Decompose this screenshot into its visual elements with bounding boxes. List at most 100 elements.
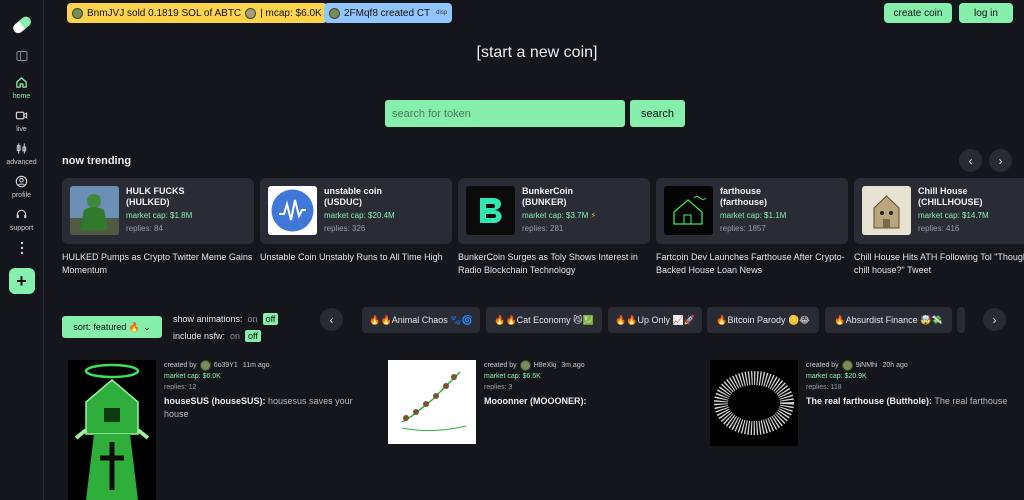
ticker-trade-item[interactable]: BnmJVJ sold 0.1819 SOL of ABTC | mcap: $…	[67, 3, 327, 23]
animations-on-toggle[interactable]: on	[248, 314, 258, 324]
sidebar-item-label: live	[16, 126, 27, 133]
chevron-down-icon: ⌄	[143, 321, 151, 332]
chevron-right-icon: ›	[992, 312, 997, 327]
sidebar-item-label: profile	[11, 192, 32, 199]
trending-replies: replies: 416	[918, 223, 960, 233]
avatar	[841, 360, 853, 372]
category-chip-partial[interactable]	[957, 307, 965, 333]
sidebar-item-advanced[interactable]: advanced	[6, 138, 37, 166]
coin-title: Mooonner (MOOONER):	[484, 395, 587, 406]
chevron-left-icon: ‹	[968, 153, 973, 168]
trending-next-button[interactable]: ›	[989, 149, 1012, 172]
trending-headline: Unstable Coin Unstably Runs to All Time …	[260, 252, 443, 262]
search-input[interactable]	[385, 100, 625, 127]
trending-name: Chill House	[918, 186, 968, 196]
start-new-coin-link[interactable]: [start a new coin]	[0, 44, 1024, 62]
headset-icon	[11, 204, 31, 224]
unstable-coin-thumbnail	[268, 186, 317, 235]
sidebar-item-label: support	[9, 225, 34, 232]
create-coin-plus-button[interactable]: +	[8, 268, 35, 294]
trending-card[interactable]: BunkerCoin (BUNKER) market cap: $3.7M ⚡ …	[458, 178, 650, 277]
coin-card[interactable]: created by 9iNMhi 20h ago market cap: $20.…	[710, 360, 1016, 446]
trending-ticker: (BUNKER)	[522, 197, 567, 208]
ticker-create-item[interactable]: 2FMqf8 created CT disp	[324, 3, 453, 23]
trending-market-cap: market cap: $20.4M	[324, 210, 395, 220]
avatar	[519, 360, 531, 372]
coin-card[interactable]: created by 6o39Y1 11m ago market cap: $6.0…	[68, 360, 374, 500]
trending-market-cap: market cap: $14.7M	[918, 210, 989, 220]
sidebar-item-label: advanced	[6, 159, 37, 166]
sidebar-item-live[interactable]: live	[12, 105, 32, 133]
search-button[interactable]: search	[630, 100, 685, 127]
show-animations-option: show animations: on off	[173, 313, 279, 325]
sort-label: sort: featured 🔥	[73, 321, 141, 332]
coin-avatar	[245, 7, 257, 19]
coin-card[interactable]: created by H8eXkj 3m ago market cap: $6.5K…	[388, 360, 694, 444]
trending-replies: replies: 84	[126, 223, 163, 233]
category-chip[interactable]: 🔥🔥Cat Economy 😼💹	[486, 307, 602, 333]
trending-name: farthouse	[720, 186, 762, 196]
sidebar-item-home[interactable]: home	[12, 72, 32, 100]
trending-headline: Chill House Hits ATH Following Tol "Thou…	[854, 252, 1024, 276]
section-title-trending: now trending	[62, 155, 132, 167]
login-button[interactable]: log in	[959, 3, 1013, 23]
sidebar-item-support[interactable]: support	[10, 204, 33, 232]
coin-image	[710, 360, 798, 446]
trending-name: BunkerCoin	[522, 186, 574, 196]
category-chip[interactable]: 🔥🔥Animal Chaos 🐾🌀	[362, 307, 480, 333]
ticker-text: 2FMqf8 created CT	[344, 7, 431, 19]
categories-prev-button[interactable]: ‹	[320, 308, 343, 331]
nsfw-off-toggle[interactable]: off	[245, 330, 261, 342]
coin-creator[interactable]: created by 6o39Y1 11m ago	[164, 360, 374, 372]
animations-off-toggle[interactable]: off	[262, 313, 279, 325]
coin-creator[interactable]: created by 9iNMhi 20h ago	[806, 360, 1016, 372]
option-label: include nsfw:	[173, 331, 226, 341]
trending-card[interactable]: Chill House (CHILLHOUSE) market cap: $14…	[854, 178, 1024, 277]
trending-card[interactable]: unstable coin (USDUC) market cap: $20.4M…	[260, 178, 452, 264]
trending-ticker: (farthouse)	[720, 197, 767, 208]
option-label: show animations:	[173, 314, 243, 324]
trending-ticker: (HULKED)	[126, 197, 170, 208]
home-icon	[12, 72, 32, 92]
avatar	[199, 360, 211, 372]
trending-headline: Fartcoin Dev Launches Farthouse After Cr…	[656, 252, 845, 276]
farthouse-thumbnail	[664, 186, 713, 235]
coin-title: houseSUS (houseSUS): housesus saves your…	[164, 395, 353, 420]
trending-name: unstable coin	[324, 186, 383, 196]
trending-replies: replies: 1857	[720, 223, 766, 233]
coin-image	[388, 360, 476, 444]
coin-creator[interactable]: created by H8eXkj 3m ago	[484, 360, 694, 372]
category-chip[interactable]: 🔥Bitcoin Parody 🪙😂	[707, 307, 819, 333]
sidebar-item-label: home	[12, 93, 31, 100]
coin-image	[68, 360, 156, 500]
chevron-left-icon: ‹	[329, 312, 334, 327]
coin-replies: replies: 3	[484, 384, 513, 392]
more-vertical-icon[interactable]	[12, 238, 32, 258]
trending-market-cap: market cap: $1.1M	[720, 210, 787, 220]
coin-title: The real farthouse (Butthole): The real …	[806, 395, 1008, 406]
coin-market-cap: market cap: $20.9K	[806, 373, 867, 381]
pill-logo-icon[interactable]	[9, 12, 35, 38]
categories-next-button[interactable]: ›	[983, 308, 1006, 331]
category-chip[interactable]: 🔥Absurdist Finance 🤯💸	[825, 307, 952, 333]
trending-headline: BunkerCoin Surges as Toly Shows Interest…	[458, 252, 638, 276]
coin-replies: replies: 12	[164, 384, 197, 392]
coin-market-cap: market cap: $6.5K	[484, 373, 541, 381]
create-coin-button[interactable]: create coin	[884, 3, 952, 23]
sidebar-item-profile[interactable]: profile	[12, 171, 32, 199]
trending-replies: replies: 326	[324, 223, 366, 233]
bunkercoin-thumbnail	[466, 186, 515, 235]
user-circle-icon	[12, 171, 32, 191]
candlestick-chart-icon	[11, 138, 31, 158]
nsfw-on-toggle[interactable]: on	[230, 331, 240, 341]
trending-card[interactable]: HULK FUCKS (HULKED) market cap: $1.8M re…	[62, 178, 254, 277]
sort-dropdown[interactable]: sort: featured 🔥 ⌄	[62, 316, 162, 338]
chill-house-thumbnail	[862, 186, 911, 235]
trending-prev-button[interactable]: ‹	[959, 149, 982, 172]
trending-replies: replies: 281	[522, 223, 564, 233]
video-camera-icon	[12, 105, 32, 125]
trending-card[interactable]: farthouse (farthouse) market cap: $1.1M …	[656, 178, 848, 277]
ticker-mcap: | mcap: $6.0K	[260, 7, 322, 19]
trending-market-cap: market cap: $3.7M ⚡	[522, 210, 597, 220]
category-chip[interactable]: 🔥🔥Up Only 📈🚀	[608, 307, 702, 333]
